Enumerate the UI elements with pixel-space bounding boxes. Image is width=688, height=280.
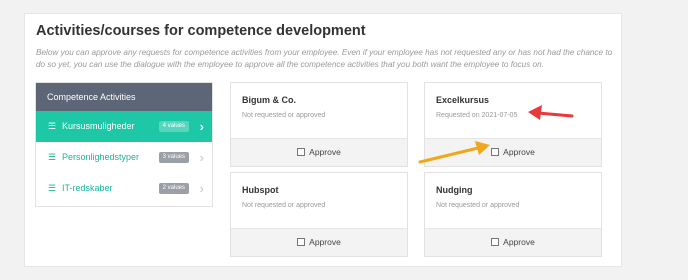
chevron-right-icon: › — [199, 119, 204, 134]
card-status: Not requested or approved — [436, 202, 520, 209]
approve-button[interactable]: Approve — [231, 228, 407, 256]
approve-button[interactable]: Approve — [425, 228, 601, 256]
checkbox-icon[interactable] — [297, 237, 306, 246]
approve-label: Approve — [503, 147, 535, 157]
count-badge: 3 values — [158, 152, 189, 163]
activity-card: Bigum & Co. Not requested or approved Ap… — [230, 82, 408, 167]
activity-card: Excelkursus Requested on 2021-07-05 Appr… — [424, 82, 602, 167]
approve-label: Approve — [309, 237, 341, 247]
sidebar-item-personlighedstyper[interactable]: ☰ Personlighedstyper 3 values › — [36, 142, 212, 173]
activity-card: Nudging Not requested or approved Approv… — [424, 172, 602, 257]
card-title: Hubspot — [242, 185, 279, 195]
approve-button[interactable]: Approve — [425, 138, 601, 166]
checkbox-icon[interactable] — [491, 147, 500, 156]
sidebar-item-label: Kursusmuligheder — [62, 121, 135, 131]
sidebar-item-label: IT-redskaber — [62, 183, 113, 193]
approve-label: Approve — [309, 147, 341, 157]
sidebar-item-it-redskaber[interactable]: ☰ IT-redskaber 2 values › — [36, 173, 212, 204]
card-title: Bigum & Co. — [242, 95, 296, 105]
card-title: Nudging — [436, 185, 473, 195]
list-icon: ☰ — [48, 183, 57, 193]
competence-sidebar: Competence Activities ☰ Kursusmuligheder … — [35, 82, 213, 207]
approve-label: Approve — [503, 237, 535, 247]
section-description: Below you can approve any requests for c… — [36, 48, 613, 69]
sidebar-item-kursusmuligheder[interactable]: ☰ Kursusmuligheder 4 values › — [36, 111, 212, 142]
card-status: Not requested or approved — [242, 202, 326, 209]
count-badge: 4 values — [158, 121, 189, 132]
sidebar-header: Competence Activities — [36, 83, 212, 111]
chevron-right-icon: › — [199, 181, 204, 196]
list-icon: ☰ — [48, 152, 57, 162]
approve-button[interactable]: Approve — [231, 138, 407, 166]
section-title: Activities/courses for competence develo… — [36, 23, 366, 39]
checkbox-icon[interactable] — [297, 147, 306, 156]
count-badge: 2 values — [158, 183, 189, 194]
competence-panel: Activities/courses for competence develo… — [24, 13, 622, 267]
card-title: Excelkursus — [436, 95, 490, 105]
activity-card: Hubspot Not requested or approved Approv… — [230, 172, 408, 257]
chevron-right-icon: › — [199, 150, 204, 165]
checkbox-icon[interactable] — [491, 237, 500, 246]
card-status: Not requested or approved — [242, 112, 326, 119]
card-status: Requested on 2021-07-05 — [436, 112, 518, 119]
sidebar-item-label: Personlighedstyper — [62, 152, 140, 162]
list-icon: ☰ — [48, 121, 57, 131]
